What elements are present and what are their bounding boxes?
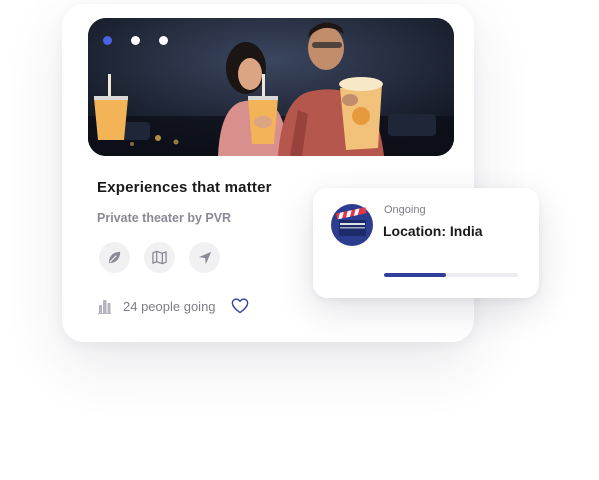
action-icons xyxy=(99,242,220,273)
progress-bar xyxy=(384,273,518,277)
leaf-button[interactable] xyxy=(99,242,130,273)
attendees-count: 24 people going xyxy=(123,298,216,314)
carousel-dot-active[interactable] xyxy=(103,36,112,45)
clapperboard-icon xyxy=(331,204,373,246)
hero-image xyxy=(88,18,454,156)
navigation-button[interactable] xyxy=(189,242,220,273)
carousel-dot[interactable] xyxy=(131,36,140,45)
progress-fill xyxy=(384,273,446,277)
navigation-icon xyxy=(198,251,211,264)
location-label: Location: India xyxy=(383,223,483,239)
clapperboard-avatar xyxy=(331,204,373,251)
favorite-button[interactable] xyxy=(231,298,249,314)
map-icon xyxy=(152,250,167,265)
heart-icon xyxy=(231,298,248,314)
status-badge: Ongoing xyxy=(384,204,426,216)
attendees-row: 24 people going xyxy=(98,298,249,314)
carousel-dots xyxy=(103,36,168,45)
card-subtitle: Private theater by PVR xyxy=(97,211,232,225)
status-card[interactable]: Ongoing Location: India xyxy=(313,188,539,298)
card-title: Experiences that matter xyxy=(97,179,272,196)
building-icon xyxy=(98,299,111,314)
map-button[interactable] xyxy=(144,242,175,273)
leaf-icon xyxy=(108,251,121,264)
carousel-dot[interactable] xyxy=(159,36,168,45)
